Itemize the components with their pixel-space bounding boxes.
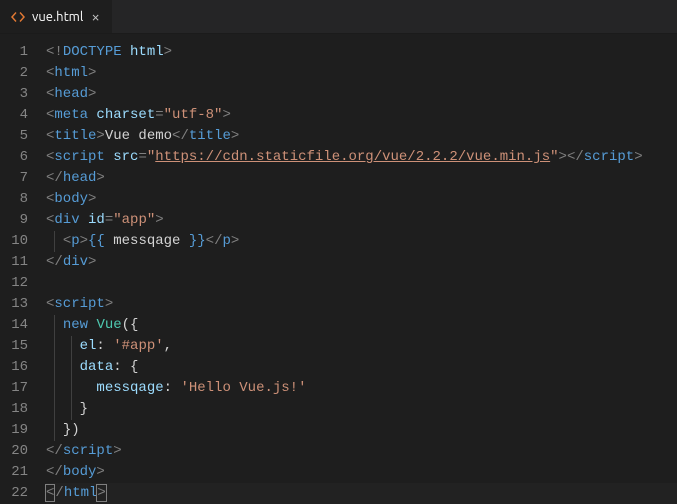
code-line[interactable]: <!DOCTYPE html> <box>46 42 677 63</box>
code-line[interactable]: </head> <box>46 168 677 189</box>
line-number: 4 <box>0 105 28 126</box>
code-line[interactable] <box>46 273 677 294</box>
line-number: 19 <box>0 420 28 441</box>
code-file-icon <box>10 9 26 25</box>
line-number: 3 <box>0 84 28 105</box>
code-line[interactable]: <meta charset="utf-8"> <box>46 105 677 126</box>
code-line[interactable]: new Vue({ <box>46 315 677 336</box>
line-number: 22 <box>0 483 28 504</box>
code-line[interactable]: messqage: 'Hello Vue.js!' <box>46 378 677 399</box>
code-editor[interactable]: 1 2 3 4 5 6 7 8 9 10 11 12 13 14 15 16 1… <box>0 34 677 504</box>
code-area[interactable]: <!DOCTYPE html> <html> <head> <meta char… <box>46 42 677 504</box>
line-number: 1 <box>0 42 28 63</box>
code-line[interactable]: </div> <box>46 252 677 273</box>
code-line[interactable]: data: { <box>46 357 677 378</box>
line-number: 15 <box>0 336 28 357</box>
close-icon[interactable]: × <box>89 7 101 26</box>
tab-bar: vue.html × <box>0 0 677 34</box>
line-number-gutter: 1 2 3 4 5 6 7 8 9 10 11 12 13 14 15 16 1… <box>0 42 46 504</box>
tab-vue-html[interactable]: vue.html × <box>0 0 113 33</box>
line-number: 14 <box>0 315 28 336</box>
line-number: 6 <box>0 147 28 168</box>
code-line[interactable]: </html> <box>46 483 677 504</box>
cursor: < <box>45 484 55 502</box>
code-line[interactable]: </script> <box>46 441 677 462</box>
line-number: 16 <box>0 357 28 378</box>
line-number: 2 <box>0 63 28 84</box>
line-number: 13 <box>0 294 28 315</box>
code-line[interactable]: </body> <box>46 462 677 483</box>
code-line[interactable]: } <box>46 399 677 420</box>
line-number: 9 <box>0 210 28 231</box>
code-line[interactable]: <html> <box>46 63 677 84</box>
line-number: 5 <box>0 126 28 147</box>
code-line[interactable]: <head> <box>46 84 677 105</box>
code-line[interactable]: <title>Vue demo</title> <box>46 126 677 147</box>
code-line[interactable]: <p>{{ messqage }}</p> <box>46 231 677 252</box>
tab-filename: vue.html <box>32 10 83 24</box>
line-number: 21 <box>0 462 28 483</box>
line-number: 20 <box>0 441 28 462</box>
code-line[interactable]: <body> <box>46 189 677 210</box>
code-line[interactable]: <div id="app"> <box>46 210 677 231</box>
line-number: 8 <box>0 189 28 210</box>
line-number: 12 <box>0 273 28 294</box>
line-number: 17 <box>0 378 28 399</box>
line-number: 10 <box>0 231 28 252</box>
code-line[interactable]: <script> <box>46 294 677 315</box>
line-number: 11 <box>0 252 28 273</box>
code-line[interactable]: <script src="https://cdn.staticfile.org/… <box>46 147 677 168</box>
code-line[interactable]: el: '#app', <box>46 336 677 357</box>
line-number: 18 <box>0 399 28 420</box>
code-line[interactable]: }) <box>46 420 677 441</box>
line-number: 7 <box>0 168 28 189</box>
